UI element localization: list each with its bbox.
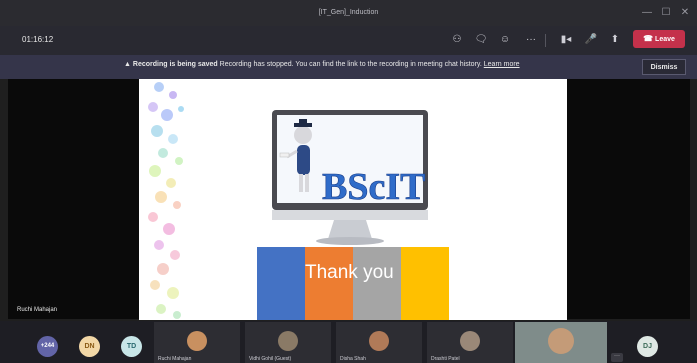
bscit-logo-text: BScIT — [322, 166, 425, 208]
meeting-timer: 01:16:12 — [22, 35, 54, 44]
maximize-icon[interactable]: ☐ — [659, 6, 673, 20]
banner-message: Recording has stopped. You can find the … — [219, 61, 482, 68]
recording-banner: ▲ Recording is being saved Recording has… — [0, 55, 697, 79]
meeting-toolbar: 01:16:12 ⚇ 🗨 ☺ ··· ▮◂ 🎤 ⬆ — [0, 26, 697, 55]
warning-icon: ▲ — [124, 61, 131, 68]
more-options-icon[interactable]: ··· — [523, 33, 539, 47]
people-icon[interactable]: ⚇ — [449, 33, 465, 47]
participant-tile[interactable]: Disha Shah — [336, 322, 422, 363]
participant-avatar[interactable]: DN — [79, 336, 100, 357]
color-bar — [257, 247, 305, 320]
microphone-icon[interactable]: 🎤 — [583, 33, 599, 47]
bokeh-decoration — [148, 82, 184, 319]
presenter-name: Ruchi Mahajan — [17, 307, 58, 313]
participant-tile[interactable]: Drashti Patel — [427, 322, 513, 363]
participant-tile[interactable]: Vidhi Gohil (Guest) — [245, 322, 331, 363]
learn-more-link[interactable]: Learn more — [484, 61, 520, 68]
leave-label: Leave — [655, 36, 675, 43]
shared-slide: BScIT Thank you — [139, 79, 567, 320]
color-bar — [401, 247, 449, 320]
overflow-participants-badge[interactable]: +244 — [37, 336, 58, 357]
chat-icon[interactable]: 🗨 — [473, 33, 489, 47]
participant-photo — [278, 331, 298, 351]
participant-avatar[interactable]: DJ — [637, 336, 658, 357]
participant-photo — [187, 331, 207, 351]
color-bar — [353, 247, 401, 320]
more-options-icon[interactable]: ··· — [611, 353, 623, 362]
dismiss-button[interactable]: Dismiss — [642, 59, 686, 75]
slide-graphic: BScIT Thank you — [148, 82, 449, 320]
participant-photo — [548, 328, 574, 354]
thank-you-text: Thank you — [305, 262, 394, 283]
camera-icon[interactable]: ▮◂ — [558, 33, 574, 47]
toolbar-divider — [545, 34, 546, 47]
share-icon[interactable]: ⬆ — [607, 33, 623, 47]
participant-name: Ruchi Mahajan — [158, 356, 192, 362]
close-icon[interactable]: ✕ — [678, 6, 692, 20]
participant-name: Drashti Patel — [431, 356, 460, 362]
window-title: [IT_Gen]_Induction — [318, 9, 379, 16]
participant-avatar[interactable]: TD — [121, 336, 142, 357]
color-bar — [305, 247, 353, 320]
reactions-icon[interactable]: ☺ — [497, 33, 513, 47]
participant-photo — [369, 331, 389, 351]
banner-text: ▲ Recording is being saved Recording has… — [124, 61, 520, 68]
minimize-icon[interactable]: — — [640, 6, 654, 20]
participant-name: Vidhi Gohil (Guest) — [249, 356, 292, 362]
leave-button[interactable]: ☎ Leave — [633, 30, 685, 48]
banner-bold-text: Recording is being saved — [132, 61, 218, 68]
title-bar: [IT_Gen]_Induction — ☐ ✕ — [0, 0, 697, 26]
participant-photo — [460, 331, 480, 351]
color-bars — [257, 247, 449, 320]
participant-name: Disha Shah — [340, 356, 366, 362]
self-video-tile[interactable] — [515, 322, 607, 363]
participant-tile[interactable]: Ruchi Mahajan — [154, 322, 240, 363]
phone-hangup-icon: ☎ — [643, 34, 654, 43]
